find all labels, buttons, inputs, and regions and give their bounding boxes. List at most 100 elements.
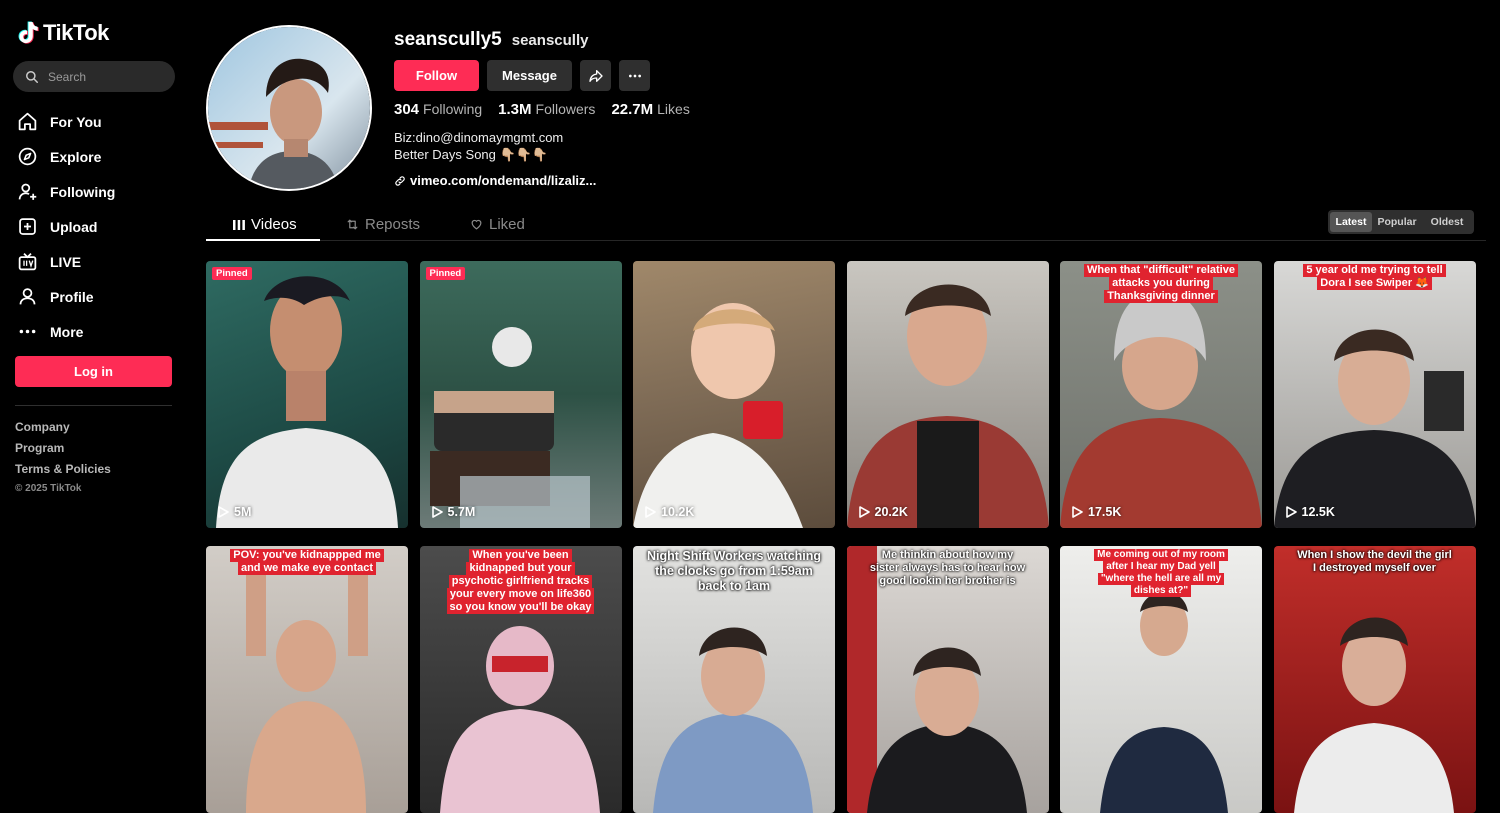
view-count-text: 5M [234, 505, 252, 519]
profile-username: seanscully5 [394, 29, 502, 50]
share-icon [588, 69, 603, 82]
video-card[interactable]: Night Shift Workers watching the clocks … [633, 546, 835, 813]
sort-latest[interactable]: Latest [1330, 212, 1372, 232]
caption-line: back to 1am [697, 579, 771, 593]
thumbnail-art [1273, 329, 1476, 528]
view-count-text: 20.2K [874, 505, 908, 519]
more-icon [19, 329, 36, 334]
caption-line: good lookin her brother is [879, 575, 1016, 587]
nav-more[interactable]: More [17, 314, 177, 349]
thumbnail-art [216, 276, 398, 528]
grid-icon [233, 219, 245, 230]
play-icon [218, 506, 229, 518]
view-count: 10.2K [645, 505, 694, 519]
following-label: Following [423, 101, 483, 117]
footer-company-link[interactable]: Company [15, 420, 111, 434]
sort-toggle: Latest Popular Oldest [1328, 210, 1474, 234]
play-icon [858, 506, 870, 518]
video-card[interactable]: Pinned 5M [206, 261, 408, 528]
caption-line: dishes at?" [1130, 585, 1192, 597]
caption-line: Me coming out of my room [1094, 549, 1228, 561]
view-count-text: 17.5K [1088, 505, 1122, 519]
caption-line: I destroyed myself over [1313, 562, 1436, 574]
heart-lock-icon [471, 219, 482, 230]
view-count: 12.5K [1285, 505, 1335, 519]
video-card[interactable]: Me thinkin about how my sister always ha… [846, 546, 1049, 813]
nav-for-you[interactable]: For You [17, 104, 177, 139]
sidebar: TikTok For You Explore Following Upload … [0, 0, 188, 756]
nav-label: More [50, 323, 84, 340]
tab-videos[interactable]: Videos [233, 208, 297, 241]
profile-nickname: seanscully [511, 32, 589, 49]
followers-stat[interactable]: 1.3M Followers [498, 101, 595, 118]
tab-label: Liked [489, 216, 525, 233]
live-icon [18, 253, 37, 271]
video-card[interactable]: POV: you've kidnappped me and we make ey… [206, 546, 408, 813]
message-button[interactable]: Message [487, 60, 572, 91]
view-count-text: 5.7M [447, 505, 476, 519]
profile-link[interactable]: vimeo.com/ondemand/lizaliz... [394, 173, 596, 188]
caption-line: Dora I see Swiper 🦊 [1317, 277, 1432, 290]
video-caption: POV: you've kidnappped me and we make ey… [206, 549, 408, 575]
profile-stats: 304 Following 1.3M Followers 22.7M Likes [394, 101, 690, 118]
profile-names: seanscully5 seanscully [394, 29, 588, 51]
video-card[interactable]: When that "difficult" relative attacks y… [1060, 261, 1262, 528]
likes-label: Likes [657, 101, 690, 117]
search-box[interactable] [13, 61, 175, 92]
tiktok-logo[interactable]: TikTok [18, 20, 109, 46]
video-card[interactable]: When I show the devil the girl I destroy… [1273, 546, 1476, 813]
profile-bio: Biz:dino@dinomaymgmt.com Better Days Son… [394, 129, 563, 163]
caption-line: "where the hell are all my [1097, 573, 1225, 585]
nav-explore[interactable]: Explore [17, 139, 177, 174]
nav-upload[interactable]: Upload [17, 209, 177, 244]
sidebar-footer: Company Program Terms & Policies © 2025 … [15, 420, 111, 494]
video-card[interactable]: Pinned 5.7M [419, 261, 622, 528]
more-options-button[interactable] [619, 60, 650, 91]
video-caption: Night Shift Workers watching the clocks … [633, 549, 835, 594]
video-card[interactable]: When you've been kidnapped but your psyc… [419, 546, 622, 813]
video-caption: 5 year old me trying to tell Dora I see … [1274, 264, 1476, 290]
likes-stat: 22.7M Likes [611, 101, 689, 118]
bio-line: Better Days Song 👇🏼👇🏼👇🏼 [394, 147, 549, 162]
follow-button[interactable]: Follow [394, 60, 479, 91]
tab-reposts[interactable]: Reposts [346, 208, 420, 241]
tab-label: Videos [251, 216, 297, 233]
active-tab-indicator [206, 239, 320, 241]
video-caption: Me coming out of my room after I hear my… [1060, 549, 1262, 597]
caption-line: When you've been [469, 549, 572, 562]
nav-profile[interactable]: Profile [17, 279, 177, 314]
main-nav: For You Explore Following Upload LIVE Pr… [17, 104, 177, 349]
tab-liked[interactable]: Liked [470, 208, 525, 241]
video-card[interactable]: 20.2K [846, 261, 1049, 528]
caption-line: and we make eye contact [237, 562, 377, 575]
sort-popular[interactable]: Popular [1372, 212, 1422, 232]
play-icon [1072, 506, 1083, 518]
video-card[interactable]: 10.2K [633, 261, 835, 528]
sort-oldest[interactable]: Oldest [1422, 212, 1472, 232]
nav-following[interactable]: Following [17, 174, 177, 209]
followers-label: Followers [535, 101, 596, 117]
search-input[interactable] [48, 69, 158, 84]
pinned-badge: Pinned [212, 267, 252, 280]
video-card[interactable]: Me coming out of my room after I hear my… [1060, 546, 1262, 813]
nav-label: Upload [50, 218, 98, 235]
caption-line: Thanksgiving dinner [1104, 290, 1218, 303]
repost-icon [347, 219, 358, 230]
caption-line: the clocks go from 1:59am [655, 564, 813, 578]
thumbnail-art [429, 327, 590, 528]
footer-terms-link[interactable]: Terms & Policies [15, 462, 111, 476]
following-stat[interactable]: 304 Following [394, 101, 482, 118]
caption-line: POV: you've kidnappped me [230, 549, 384, 562]
pinned-badge: Pinned [425, 267, 466, 280]
profile-link-text: vimeo.com/ondemand/lizaliz... [410, 173, 597, 188]
video-caption: When that "difficult" relative attacks y… [1060, 264, 1262, 303]
video-card[interactable]: 5 year old me trying to tell Dora I see … [1273, 261, 1476, 528]
footer-program-link[interactable]: Program [15, 441, 111, 455]
sidebar-divider [15, 405, 172, 406]
nav-live[interactable]: LIVE [17, 244, 177, 279]
nav-label: Profile [50, 288, 94, 305]
logo-text: TikTok [43, 20, 109, 45]
login-button[interactable]: Log in [15, 356, 172, 387]
view-count: 5.7M [431, 505, 476, 519]
share-button[interactable] [580, 60, 611, 91]
